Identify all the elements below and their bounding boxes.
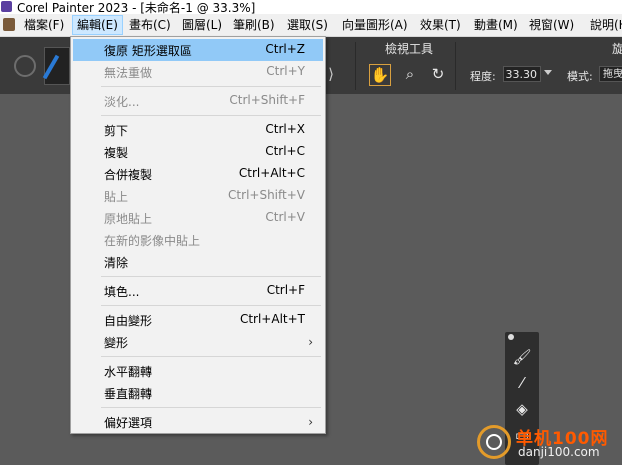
menu-item[interactable]: 說明(H (586, 16, 622, 34)
menu-separator (101, 407, 321, 408)
zoom-input[interactable]: 33.30 (503, 66, 541, 82)
rotate-panel-label: 旋 (612, 42, 622, 56)
edit-menu-item: 在新的影像中貼上 (73, 229, 323, 251)
watermark-logo-icon (477, 425, 511, 459)
edit-menu-item[interactable]: 複製 Ctrl+C (73, 141, 323, 163)
edit-menu-item: 淡化... Ctrl+Shift+F (73, 90, 323, 112)
edit-menu-item[interactable]: 垂直翻轉 (73, 382, 323, 404)
menu-item-shortcut: Ctrl+Alt+C (238, 166, 305, 180)
toolbar-divider (455, 42, 456, 90)
toolbox-grip[interactable] (508, 334, 514, 340)
menu-item[interactable]: 效果(T) (416, 16, 465, 34)
menu-item-label: 無法重做 (104, 66, 153, 80)
menu-item[interactable]: 編輯(E) (72, 15, 123, 35)
edit-menu-item[interactable]: 復原 矩形選取區 Ctrl+Z (73, 39, 323, 61)
edit-menu-item[interactable]: 水平翻轉 (73, 360, 323, 382)
edit-menu-item[interactable]: 清除 (73, 251, 323, 273)
brush-small-icon[interactable]: 🖌 (510, 346, 534, 368)
edit-menu-item: 原地貼上 Ctrl+V (73, 207, 323, 229)
menu-item-label: 垂直翻轉 (104, 387, 153, 401)
edit-menu-item[interactable]: 自由變形 Ctrl+Alt+T (73, 309, 323, 331)
hand-icon[interactable]: ✋ (369, 64, 391, 86)
watermark-url: danji100.com (518, 445, 600, 459)
menu-item-label: 剪下 (104, 124, 129, 138)
edit-menu-item[interactable]: 剪下 Ctrl+X (73, 119, 323, 141)
reset-icon[interactable] (14, 55, 36, 77)
menu-item-label: 變形 (104, 336, 129, 350)
zoom-icon[interactable]: ⌕ (399, 64, 421, 86)
menu-item-shortcut: Ctrl+Z (265, 42, 305, 56)
menu-item-shortcut: Ctrl+Shift+F (229, 93, 305, 107)
menu-item-label: 在新的影像中貼上 (104, 234, 201, 248)
app-icon (1, 1, 12, 12)
menu-item-shortcut: Ctrl+Y (266, 64, 305, 78)
mode-label: 模式: (567, 70, 593, 83)
menu-item[interactable]: 視窗(W) (525, 16, 578, 34)
menu-separator (101, 115, 321, 116)
menu-item[interactable]: 圖層(L) (178, 16, 226, 34)
dropper-icon[interactable]: ⁄ (510, 372, 534, 394)
menu-item-label: 水平翻轉 (104, 365, 153, 379)
brush-icon[interactable] (44, 47, 70, 85)
app-menu-icon[interactable] (3, 18, 15, 31)
edit-menu-item[interactable]: 變形 › (73, 331, 323, 353)
edit-menu-item: 貼上 Ctrl+Shift+V (73, 185, 323, 207)
menu-item-label: 貼上 (104, 190, 129, 204)
menu-separator (101, 356, 321, 357)
menu-item-shortcut: Ctrl+X (265, 122, 305, 136)
menu-item[interactable]: 檔案(F) (20, 16, 68, 34)
edit-menu-item[interactable]: 偏好選項 › (73, 411, 323, 433)
toolbar-divider (355, 42, 356, 90)
menu-item[interactable]: 動畫(M) (470, 16, 522, 34)
edit-menu-item: 無法重做 Ctrl+Y (73, 61, 323, 83)
menu-separator (101, 305, 321, 306)
edit-menu-item[interactable]: 合併複製 Ctrl+Alt+C (73, 163, 323, 185)
mode-select[interactable]: 拖曳 (599, 66, 622, 82)
menu-item-shortcut: Ctrl+Alt+T (239, 312, 305, 326)
edit-menu-dropdown: 復原 矩形選取區 Ctrl+Z 無法重做 Ctrl+Y 淡化... Ctrl+Shift+… (70, 36, 326, 434)
menu-item-shortcut: Ctrl+F (266, 283, 305, 297)
watermark: 单机100网 danji100.com (470, 420, 622, 465)
menu-item-shortcut: Ctrl+C (265, 144, 305, 158)
menu-bar: 檔案(F) 編輯(E) 畫布(C) 圖層(L) 筆刷(B) 選取(S) 向量圖形(A) 效果(… (0, 14, 622, 37)
menu-item[interactable]: 向量圖形(A) (338, 16, 412, 34)
menu-separator (101, 276, 321, 277)
menu-item-label: 合併複製 (104, 168, 153, 182)
menu-item-label: 複製 (104, 146, 129, 160)
menu-item-label: 原地貼上 (104, 212, 153, 226)
menu-item-label: 淡化... (104, 95, 140, 109)
paint-bucket-icon[interactable]: ◈ (510, 398, 534, 420)
submenu-arrow-icon: › (308, 335, 313, 349)
menu-item-shortcut: Ctrl+Shift+V (228, 188, 305, 202)
zoom-label: 程度: (470, 70, 496, 83)
menu-item-label: 清除 (104, 256, 129, 270)
menu-item-label: 自由變形 (104, 314, 153, 328)
view-tools-label: 檢視工具 (385, 42, 434, 56)
menu-item-shortcut: Ctrl+V (265, 210, 305, 224)
menu-item-label: 復原 矩形選取區 (104, 44, 192, 58)
menu-separator (101, 86, 321, 87)
menu-item[interactable]: 畫布(C) (125, 16, 175, 34)
menu-item[interactable]: 筆刷(B) (229, 16, 279, 34)
rotate-icon[interactable]: ↻ (427, 64, 449, 86)
chevron-down-icon[interactable] (544, 70, 552, 75)
menu-item-label: 填色... (104, 285, 140, 299)
submenu-arrow-icon: › (308, 415, 313, 429)
menu-item-label: 偏好選項 (104, 416, 153, 430)
title-bar: Corel Painter 2023 - [未命名-1 @ 33.3%] (0, 0, 622, 15)
menu-item[interactable]: 選取(S) (283, 16, 332, 34)
edit-menu-item[interactable]: 填色... Ctrl+F (73, 280, 323, 302)
